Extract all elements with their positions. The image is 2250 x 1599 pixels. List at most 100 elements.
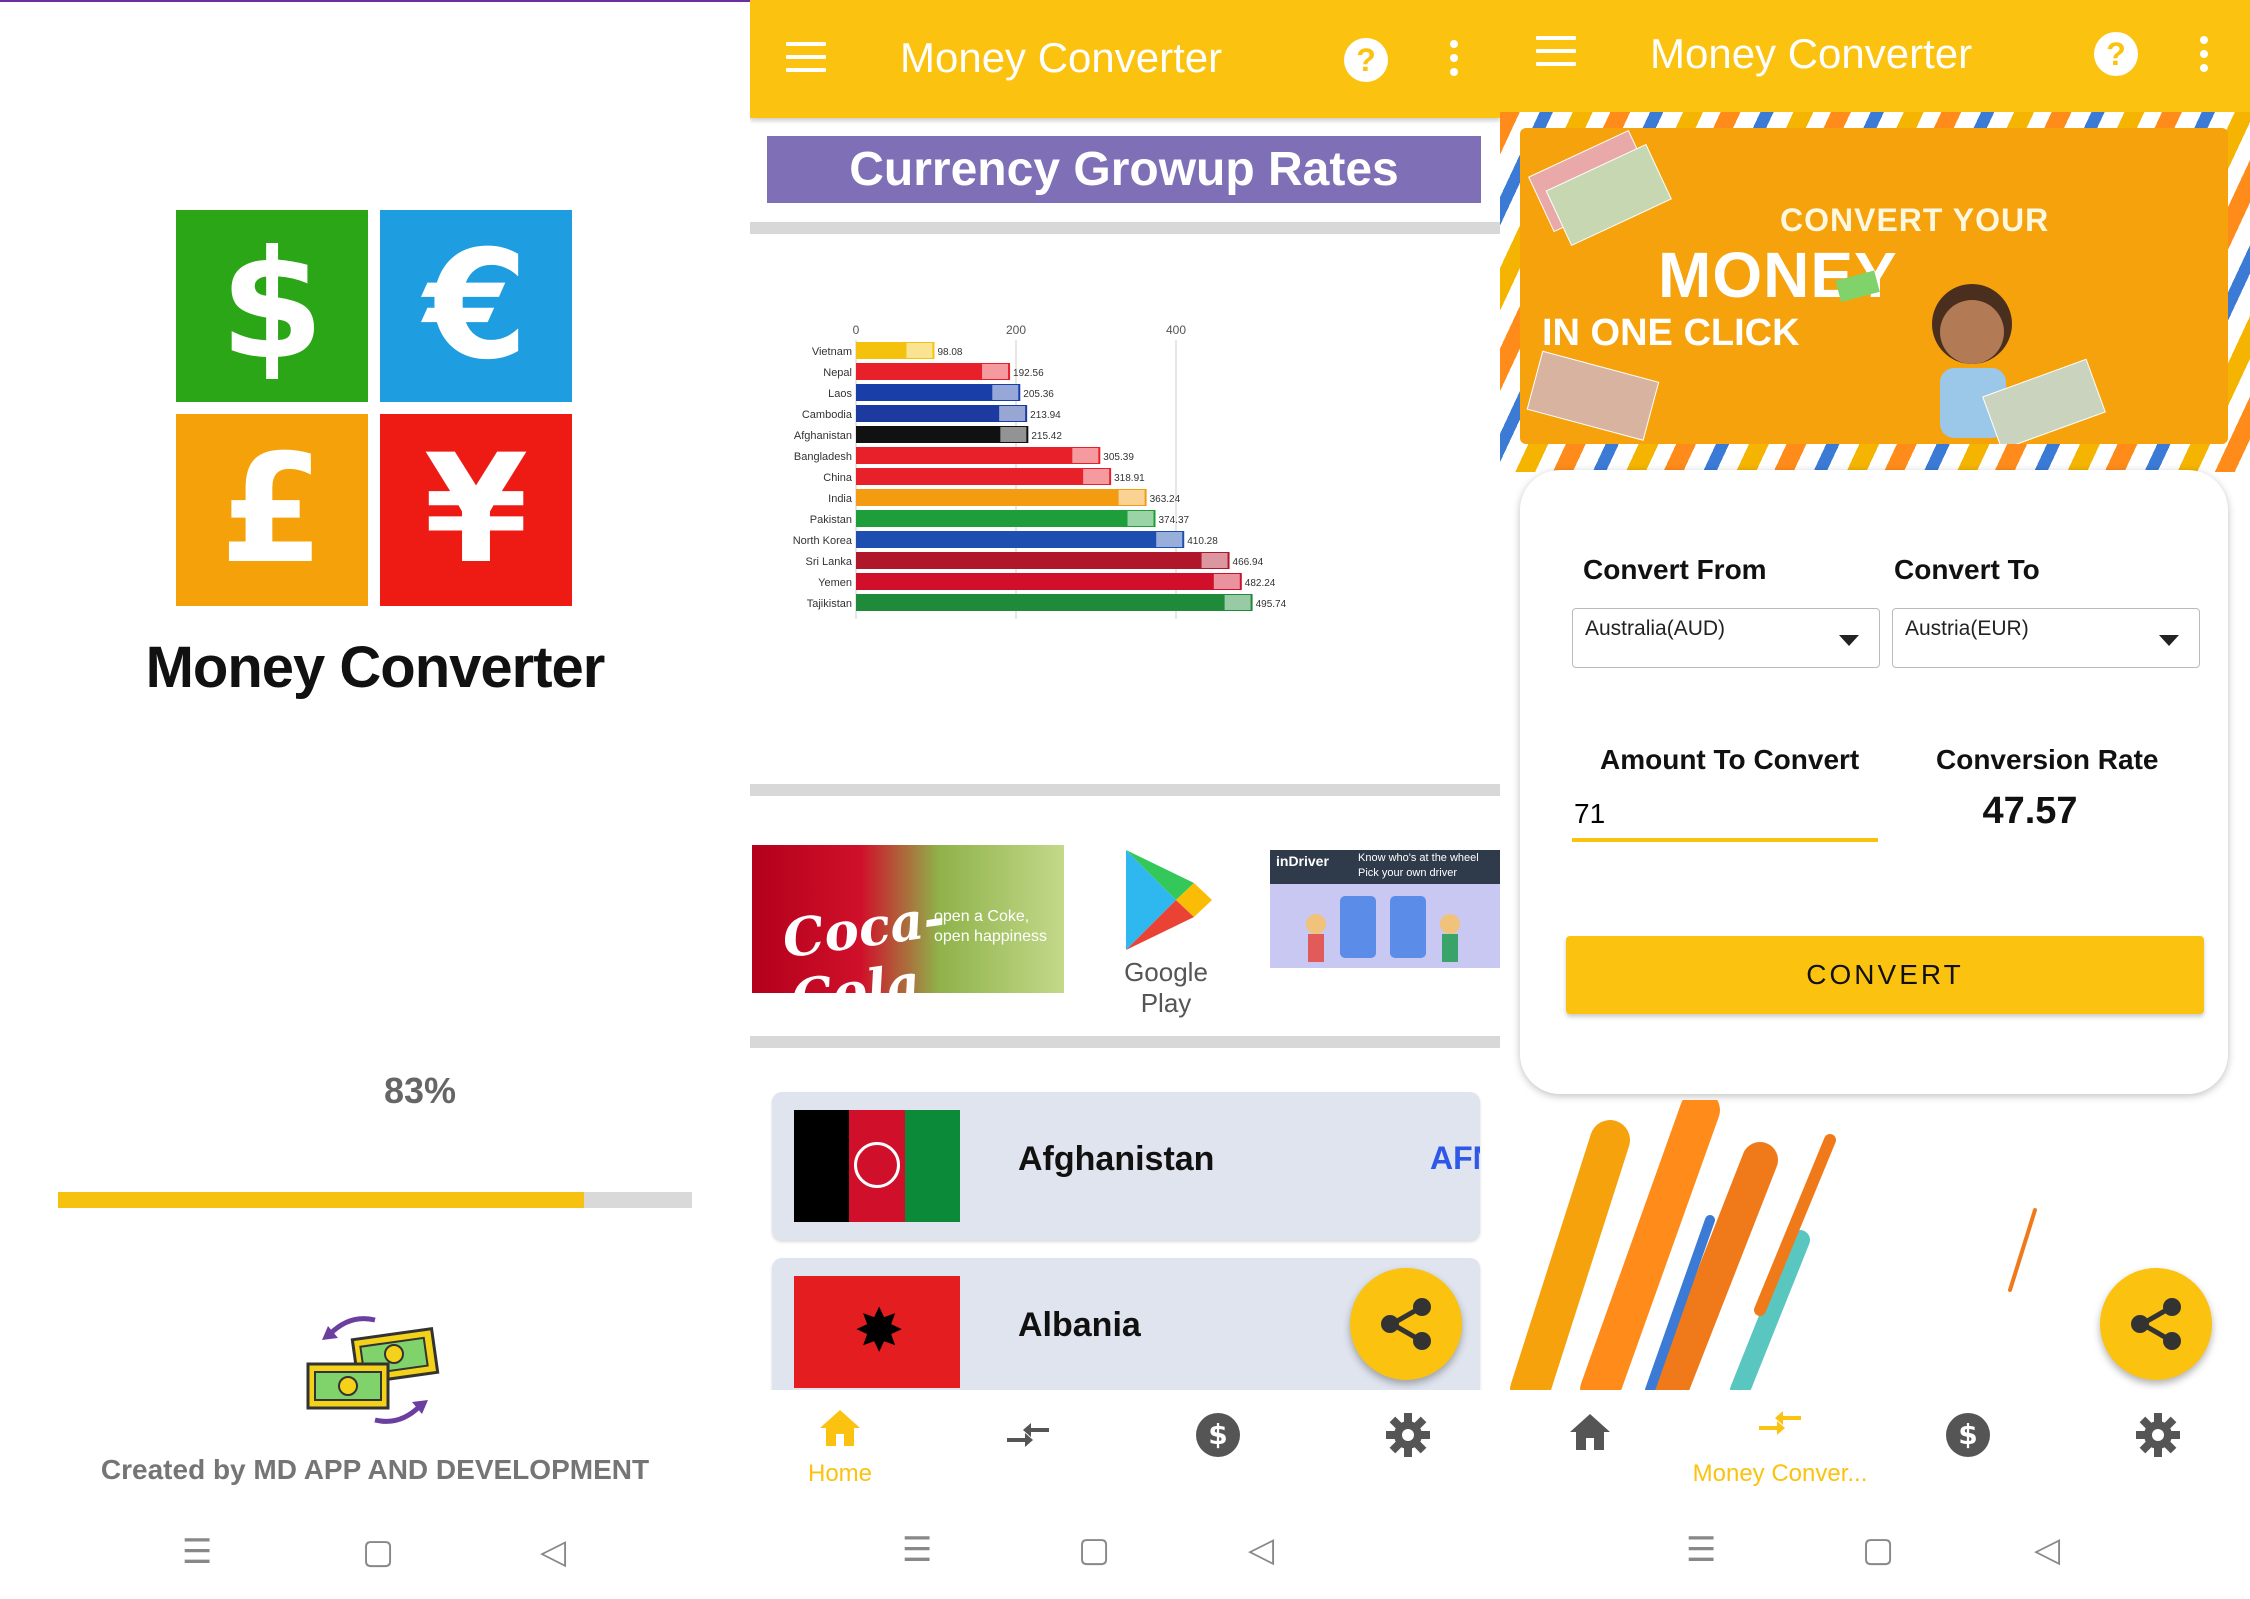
category-label: Afghanistan [794,430,852,442]
bar [856,552,1230,569]
converter-screen: Money Converter ? CONVERT YOUR MONEY IN … [1500,0,2250,1599]
bar [856,594,1253,611]
category-label: China [823,472,853,484]
bar [856,573,1242,590]
value-label: 374.37 [1158,515,1189,526]
hamburger-menu-icon[interactable] [1536,36,1576,68]
bar [856,531,1185,548]
from-currency-dropdown[interactable]: Australia(AUD) [1572,608,1880,668]
coca-cola-ad[interactable]: Coca-Cola open a Coke, open happiness [752,845,1064,993]
share-button[interactable] [1350,1268,1462,1380]
swap-arrows-icon [1007,1423,1049,1447]
afghanistan-flag [794,1110,960,1222]
app-title: Money Converter [900,34,1223,81]
help-icon[interactable]: ? [2094,32,2138,76]
flag-marker [906,343,933,358]
category-label: Pakistan [810,514,852,526]
home-square-icon[interactable]: ▢ [1078,1530,1110,1570]
back-icon[interactable]: ◁ [1248,1530,1274,1570]
nav-currencies[interactable]: $ [1128,1404,1308,1494]
value-label: 205.36 [1023,389,1054,400]
country-name: Albania [1018,1306,1141,1344]
x-tick-label: 0 [853,323,860,337]
category-label: Vietnam [812,346,852,358]
progress-percent: 83% [383,1070,457,1111]
country-row-afghanistan[interactable]: Afghanistan AFN [772,1092,1480,1240]
gear-icon [1386,1413,1430,1457]
home-screen: Money Converter ? Currency Growup Rates … [750,0,1500,1599]
nav-converter[interactable] [938,1404,1118,1494]
yen-tile: ¥ [380,414,572,606]
bar [856,489,1147,506]
google-play-label: Google Play [1124,957,1208,1018]
dollar-tile: $ [176,210,368,402]
flag-marker [1213,574,1240,589]
nav-settings[interactable] [2068,1404,2248,1494]
indriver-header: inDriver Know who's at the wheel Pick yo… [1270,850,1500,884]
bar [856,447,1101,464]
share-icon [2131,1298,2181,1350]
developer-credit: Created by MD APP AND DEVELOPMENT [100,1454,650,1485]
convert-button[interactable]: CONVERT [1566,936,2204,1014]
nav-home[interactable]: Home [750,1404,930,1494]
convert-from-label: Convert From [1583,554,1767,585]
recents-icon[interactable]: ☰ [902,1530,932,1570]
share-button[interactable] [2100,1268,2212,1380]
help-icon[interactable]: ? [1344,38,1388,82]
swap-arrows-icon [1759,1411,1801,1435]
recents-icon[interactable]: ☰ [182,1532,212,1572]
back-icon[interactable]: ◁ [2034,1530,2060,1570]
money-exchange-icon [306,1316,440,1424]
google-play-ad[interactable]: Google Play [1096,845,1236,1018]
home-square-icon[interactable]: ▢ [362,1532,394,1572]
nav-settings[interactable] [1318,1404,1498,1494]
nav-home[interactable] [1500,1404,1680,1494]
flag-marker [982,364,1009,379]
recents-icon[interactable]: ☰ [1686,1530,1716,1570]
nav-currencies[interactable]: $ [1878,1404,2058,1494]
category-label: Sri Lanka [806,556,853,568]
euro-tile: € [380,210,572,402]
home-icon [1570,1414,1610,1450]
back-icon[interactable]: ◁ [540,1532,566,1572]
system-nav-bar: ☰ ▢ ◁ [0,1532,750,1582]
banner-illustration [1526,129,2106,444]
value-label: 318.91 [1114,473,1145,484]
value-label: 192.56 [1013,368,1044,379]
system-nav-bar: ☰ ▢ ◁ [1500,1530,2250,1580]
divider [750,784,1500,796]
amount-label: Amount To Convert [1600,744,1860,775]
rates-heading: Currency Growup Rates [767,136,1481,203]
bottom-navigation: Home $ [750,1390,1500,1510]
overflow-menu-icon[interactable] [1450,40,1458,82]
country-name: Afghanistan [1018,1140,1215,1178]
flag-marker [1224,595,1251,610]
euro-symbol: € [423,219,529,393]
svg-text:$: $ [1958,1418,1977,1451]
x-tick-label: 400 [1166,323,1186,337]
value-label: 213.94 [1030,410,1061,421]
nav-converter[interactable]: Money Conver... [1690,1404,1870,1494]
home-square-icon[interactable]: ▢ [1862,1530,1894,1570]
category-label: Tajikistan [807,598,852,610]
ad-strip[interactable]: Coca-Cola open a Coke, open happiness Goo… [750,830,1500,1018]
value-label: 98.08 [937,347,962,358]
category-label: India [828,493,853,505]
amount-input[interactable] [1572,790,1878,842]
dollar-symbol: $ [219,219,325,393]
category-label: Yemen [818,577,852,589]
category-label: Laos [828,388,852,400]
divider [750,222,1500,234]
flag-marker [1156,532,1183,547]
value-label: 495.74 [1256,599,1287,610]
progress-fill [58,1192,585,1208]
to-currency-dropdown[interactable]: Austria(EUR) [1892,608,2200,668]
app-title: Money Converter [1650,30,1973,77]
indriver-ad[interactable]: inDriver Know who's at the wheel Pick yo… [1270,850,1500,968]
category-label: Cambodia [802,409,853,421]
conversion-rate-value: 47.57 [1982,790,2078,832]
hamburger-menu-icon[interactable] [786,42,826,74]
pound-tile: £ [176,414,368,606]
overflow-menu-icon[interactable] [2200,36,2208,78]
coke-tagline: open a Coke, open happiness [934,908,1047,945]
